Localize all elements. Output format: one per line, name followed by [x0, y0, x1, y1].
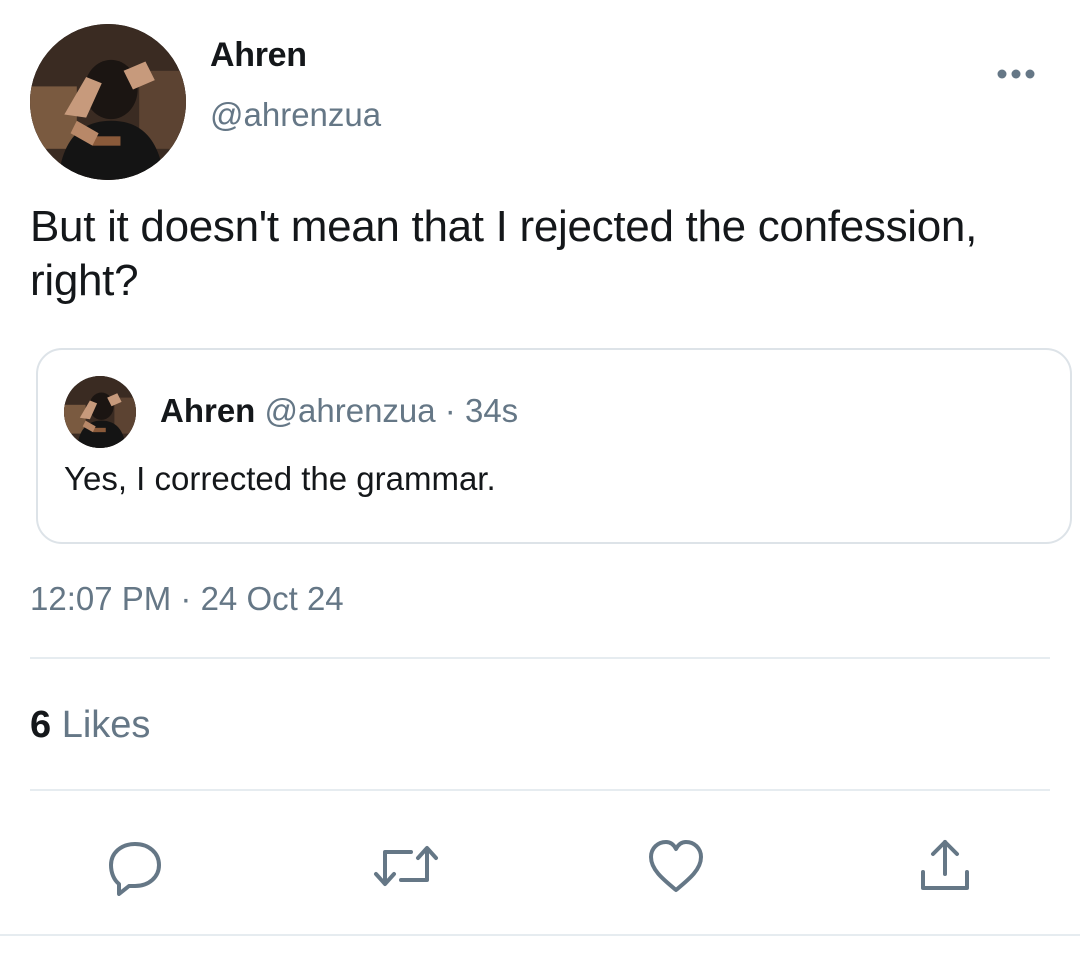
- author-handle[interactable]: @ahrenzua: [210, 96, 381, 134]
- likes-label: Likes: [61, 704, 151, 746]
- author-avatar[interactable]: [30, 24, 186, 180]
- quoted-tweet-header: Ahren @ahrenzua · 34s: [160, 392, 518, 430]
- share-icon: [921, 840, 969, 890]
- quoted-author-handle: @ahrenzua: [264, 392, 436, 429]
- more-options-button[interactable]: [994, 62, 1038, 86]
- divider: [30, 789, 1050, 791]
- likes-stat[interactable]: 6 Likes: [30, 704, 150, 747]
- share-button[interactable]: [915, 836, 975, 896]
- profile-photo-icon: [30, 24, 186, 180]
- author-display-name[interactable]: Ahren: [210, 36, 307, 75]
- quoted-separator: ·: [444, 392, 456, 429]
- reply-button[interactable]: [105, 836, 165, 896]
- like-button[interactable]: [646, 836, 706, 896]
- profile-photo-icon: [64, 376, 136, 448]
- quoted-tweet-card[interactable]: Ahren @ahrenzua · 34s Yes, I corrected t…: [36, 348, 1072, 544]
- quoted-author-name: Ahren: [160, 392, 256, 429]
- quoted-author-avatar: [64, 376, 136, 448]
- likes-count: 6: [30, 704, 52, 746]
- retweet-icon: [374, 846, 438, 886]
- divider: [30, 657, 1050, 659]
- quoted-tweet-time: 34s: [464, 392, 519, 429]
- quoted-tweet-text: Yes, I corrected the grammar.: [64, 460, 496, 497]
- divider: [0, 934, 1080, 936]
- tweet-text: But it doesn't mean that I rejected the …: [30, 202, 978, 305]
- more-dots-icon: [997, 69, 1035, 79]
- retweet-button[interactable]: [373, 836, 439, 896]
- tweet-timestamp[interactable]: 12:07 PM · 24 Oct 24: [30, 580, 344, 618]
- like-icon: [649, 840, 703, 892]
- reply-icon: [109, 842, 161, 896]
